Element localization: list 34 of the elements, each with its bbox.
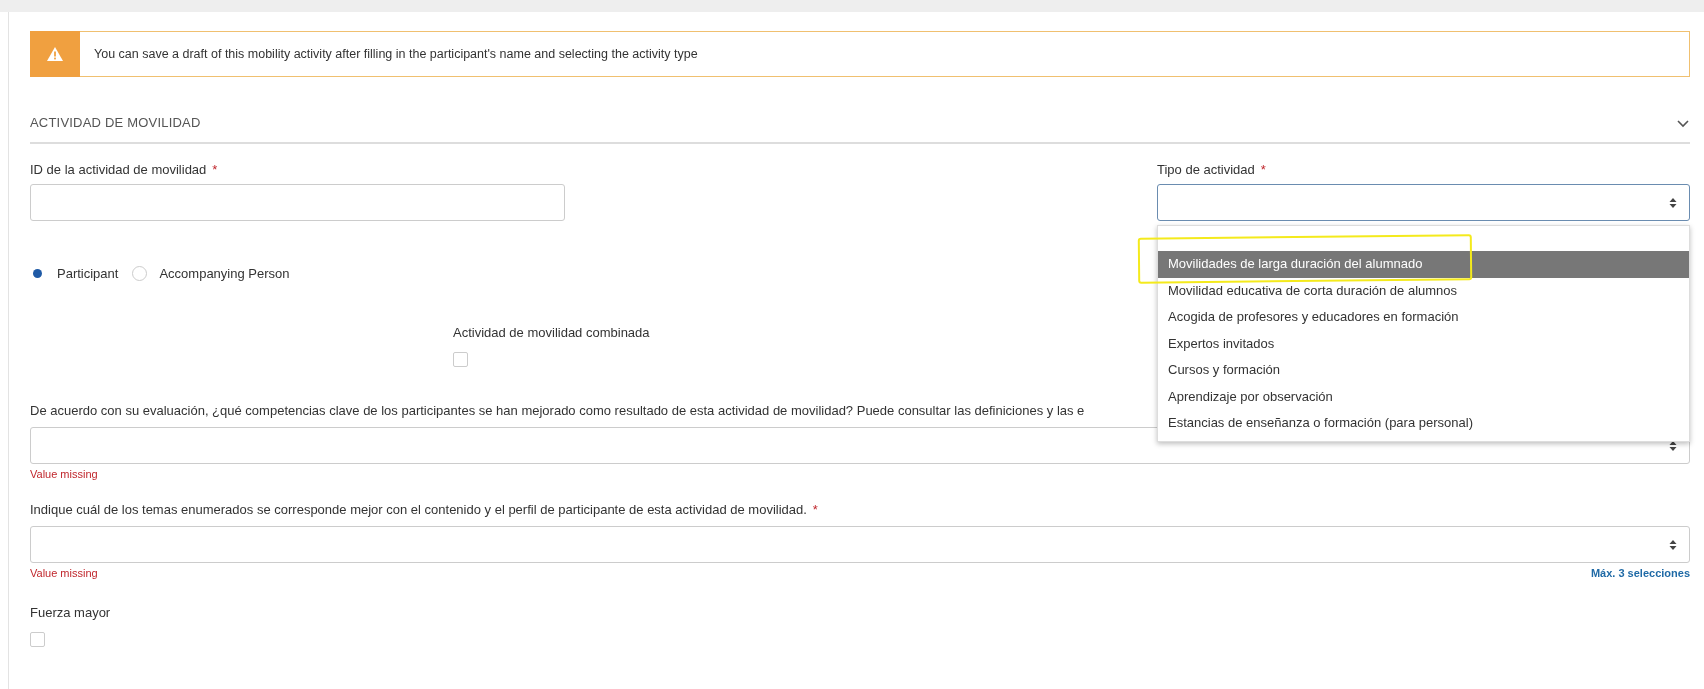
required-asterisk: * <box>1260 162 1266 177</box>
field-label: Tipo de actividad <box>1157 162 1255 177</box>
radio-option[interactable]: Participant <box>30 266 119 281</box>
select-field[interactable] <box>30 526 1690 563</box>
field-label: Indique cuál de los temas enumerados se corresponde mejor con el contenido y el perfil de participante de esta actividad de movilidad. <box>30 502 807 517</box>
checkbox-label: Actividad de movilidad combinada <box>453 325 650 340</box>
dropdown-option[interactable]: Movilidades de larga duración del alumnado <box>1158 251 1689 278</box>
section-header[interactable]: ACTIVIDAD DE MOVILIDAD <box>30 115 1690 144</box>
chevron-down-icon[interactable] <box>1676 117 1690 128</box>
dropdown-option[interactable]: Expertos invitados <box>1158 330 1689 357</box>
dropdown-option[interactable]: Movilidad educativa de corta duración de alumnos <box>1158 277 1689 304</box>
checkbox-label: Fuerza mayor <box>30 605 111 620</box>
field-label: De acuerdo con su evaluación, ¿qué competencias clave de los participantes se han mejorado como resultado de esta actividad de movilidad? Puede consultar las definiciones y las e <box>30 403 1085 418</box>
alert-message: You can save a draft of this mobility activity after filling in the participant's name and selecting the activity type <box>93 47 698 61</box>
radio-option[interactable]: Accompanying Person <box>132 266 290 281</box>
required-asterisk: * <box>212 162 218 177</box>
dropdown-option[interactable]: Cursos y formación <box>1158 357 1689 384</box>
sort-arrows-icon <box>1669 439 1677 452</box>
dropdown-option[interactable]: Aprendizaje por observación <box>1158 383 1689 410</box>
selection-limit-hint: Máx. 3 selecciones <box>1590 567 1690 579</box>
checkbox[interactable] <box>453 352 468 367</box>
error-message: Value missing <box>30 567 98 579</box>
warning-icon <box>46 46 64 62</box>
text-input-field[interactable] <box>30 184 565 221</box>
sort-arrows-icon <box>1669 196 1677 209</box>
dropdown-option[interactable]: Acogida de profesores y educadores en formación <box>1158 304 1689 331</box>
dropdown-option[interactable]: Estancias de enseñanza o formación (para personal) <box>1158 410 1689 437</box>
field-label: ID de la actividad de movilidad <box>30 162 207 177</box>
section-title: ACTIVIDAD DE MOVILIDAD <box>30 115 201 130</box>
checkbox[interactable] <box>30 632 45 647</box>
sort-arrows-icon <box>1669 538 1677 551</box>
select-field[interactable] <box>1157 184 1690 221</box>
error-message: Value missing <box>30 468 98 480</box>
required-asterisk: * <box>812 502 818 517</box>
